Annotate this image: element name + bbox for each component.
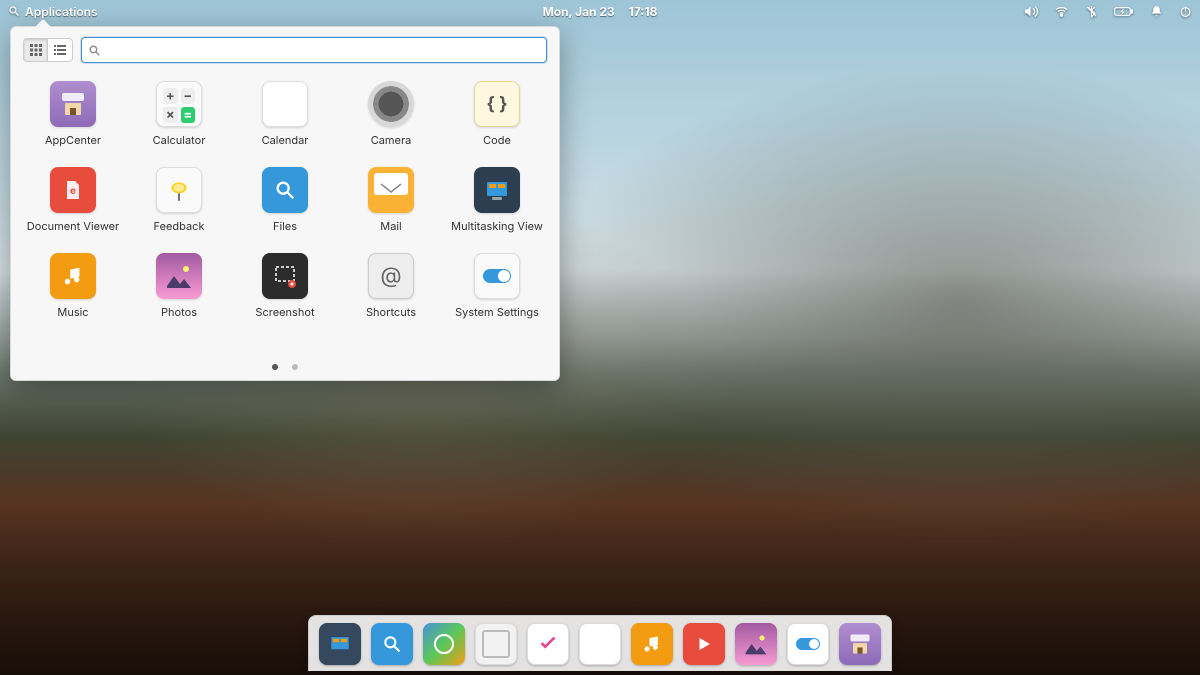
check-icon [537, 633, 559, 655]
dock-files[interactable] [371, 623, 413, 665]
screenshot-icon [262, 253, 308, 299]
time-label: 17:18 [629, 4, 658, 19]
applications-popover: AppCenter +−×= Calculator Calendar Camer… [10, 26, 560, 381]
play-icon [695, 635, 713, 653]
dock-multitasking[interactable] [319, 623, 361, 665]
app-multitasking-view[interactable]: Multitasking View [447, 163, 547, 237]
volume-icon [1023, 4, 1038, 19]
shortcuts-icon: @ [368, 253, 414, 299]
calendar-icon [262, 81, 308, 127]
dock-web-browser[interactable] [423, 623, 465, 665]
search-field[interactable] [81, 37, 547, 63]
app-files[interactable]: Files [235, 163, 335, 237]
search-icon [382, 634, 402, 654]
music-icon [50, 253, 96, 299]
dock-settings[interactable] [787, 623, 829, 665]
grid-view-button[interactable] [24, 39, 48, 61]
search-icon [8, 5, 20, 17]
app-document-viewer[interactable]: e Document Viewer [23, 163, 123, 237]
photos-icon [743, 631, 769, 657]
app-label: Files [273, 219, 297, 233]
top-panel: Applications Mon, Jan 23 17:18 [0, 0, 1200, 22]
files-icon [262, 167, 308, 213]
app-label: Shortcuts [366, 305, 416, 319]
app-photos[interactable]: Photos [129, 249, 229, 323]
category-view-button[interactable] [48, 39, 72, 61]
app-label: Camera [371, 133, 412, 147]
dock-tasks[interactable] [527, 623, 569, 665]
feedback-icon [156, 167, 202, 213]
wifi-icon [1054, 4, 1069, 19]
app-screenshot[interactable]: Screenshot [235, 249, 335, 323]
dock-appcenter[interactable] [839, 623, 881, 665]
notifications-indicator[interactable] [1150, 5, 1163, 18]
dock-music[interactable] [631, 623, 673, 665]
document-viewer-icon: e [50, 167, 96, 213]
app-label: Screenshot [255, 305, 314, 319]
app-code[interactable]: { } Code [447, 77, 547, 151]
applications-label: Applications [25, 4, 98, 19]
mail-icon [368, 167, 414, 213]
grid-icon [30, 44, 42, 56]
appcenter-icon [847, 631, 873, 657]
battery-indicator[interactable] [1114, 5, 1134, 18]
dock-videos[interactable] [683, 623, 725, 665]
clock-button[interactable]: Mon, Jan 23 17:18 [543, 4, 658, 19]
app-label: Feedback [154, 219, 205, 233]
app-label: Multitasking View [451, 219, 543, 233]
code-icon: { } [474, 81, 520, 127]
app-calendar[interactable]: Calendar [235, 77, 335, 151]
app-label: Calendar [262, 133, 309, 147]
app-label: System Settings [455, 305, 539, 319]
app-shortcuts[interactable]: @ Shortcuts [341, 249, 441, 323]
power-icon [1179, 5, 1192, 18]
application-grid: AppCenter +−×= Calculator Calendar Camer… [11, 73, 559, 327]
bell-icon [1150, 5, 1163, 18]
page-dot-1[interactable] [272, 364, 278, 370]
calculator-icon: +−×= [156, 81, 202, 127]
applications-menu-button[interactable]: Applications [8, 4, 98, 19]
view-mode-toggle [23, 38, 73, 62]
app-appcenter[interactable]: AppCenter [23, 77, 123, 151]
date-label: Mon, Jan 23 [543, 4, 615, 19]
session-indicator[interactable] [1179, 5, 1192, 18]
app-feedback[interactable]: Feedback [129, 163, 229, 237]
dock-calendar[interactable] [579, 623, 621, 665]
app-label: Mail [380, 219, 401, 233]
sound-indicator[interactable] [1023, 4, 1038, 19]
dock-photos[interactable] [735, 623, 777, 665]
appcenter-icon [50, 81, 96, 127]
app-label: AppCenter [45, 133, 101, 147]
svg-text:e: e [70, 185, 76, 197]
app-mail[interactable]: Mail [341, 163, 441, 237]
multitasking-icon [327, 631, 353, 657]
photos-icon [156, 253, 202, 299]
app-music[interactable]: Music [23, 249, 123, 323]
battery-charging-icon [1114, 5, 1134, 18]
network-indicator[interactable] [1054, 4, 1069, 19]
settings-icon [474, 253, 520, 299]
music-icon [642, 634, 662, 654]
app-camera[interactable]: Camera [341, 77, 441, 151]
multitasking-icon [474, 167, 520, 213]
app-label: Document Viewer [27, 219, 119, 233]
page-indicator [11, 364, 559, 370]
dock-mail[interactable] [475, 623, 517, 665]
camera-icon [368, 81, 414, 127]
search-input[interactable] [105, 43, 540, 57]
globe-icon [432, 632, 456, 656]
bluetooth-indicator[interactable] [1085, 5, 1098, 18]
dock [308, 615, 892, 671]
app-system-settings[interactable]: System Settings [447, 249, 547, 323]
list-icon [54, 44, 66, 56]
page-dot-2[interactable] [292, 364, 298, 370]
app-label: Music [57, 305, 88, 319]
app-label: Calculator [153, 133, 206, 147]
app-calculator[interactable]: +−×= Calculator [129, 77, 229, 151]
search-icon [88, 44, 101, 57]
app-label: Code [483, 133, 511, 147]
app-label: Photos [161, 305, 197, 319]
bluetooth-off-icon [1085, 5, 1098, 18]
